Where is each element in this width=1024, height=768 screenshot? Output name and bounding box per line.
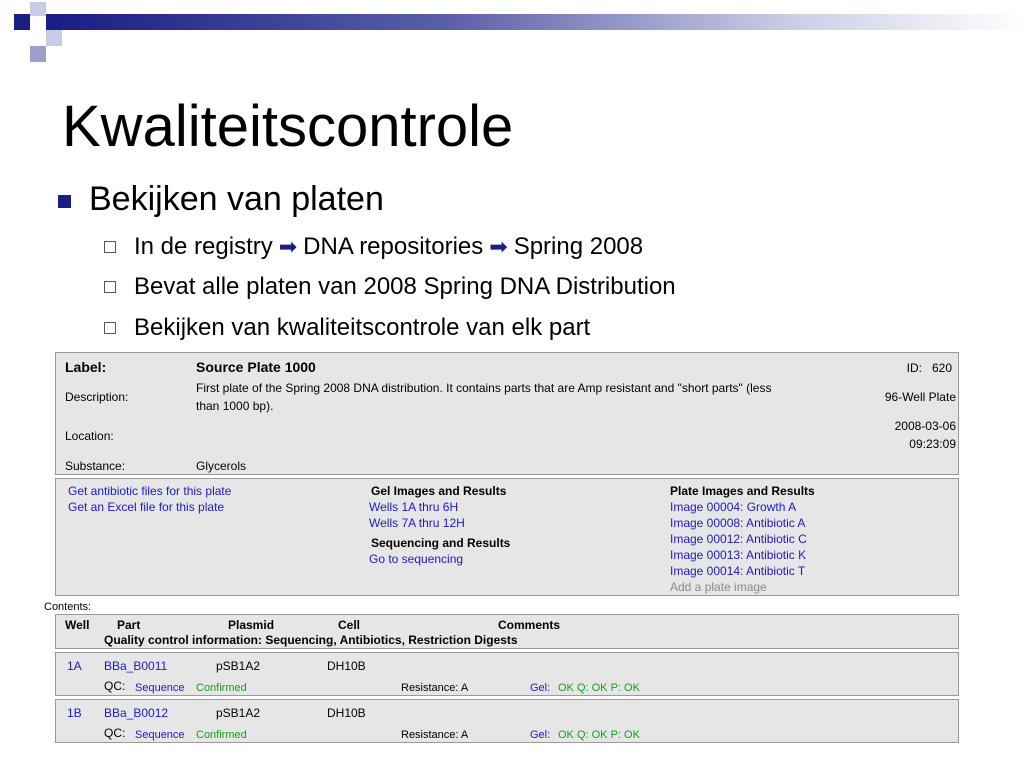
sequence-link[interactable]: Sequence: [135, 680, 185, 696]
bullet-text: Bekijken van platen: [89, 180, 384, 218]
title-band: [62, 14, 1024, 30]
gel-result: OK Q: OK P: OK: [558, 729, 640, 741]
deco-square-mid: [30, 46, 46, 62]
path-part-repositories: DNA repositories: [303, 233, 484, 260]
plate-info-panel: Label: Source Plate 1000 ID: 620 Descrip…: [55, 352, 959, 475]
cell-value: DH10B: [327, 706, 366, 720]
description-key: Description:: [65, 390, 129, 404]
plate-name: Source Plate 1000: [196, 359, 316, 375]
qc-label: QC:: [104, 726, 126, 740]
plate-date: 2008-03-06: [894, 419, 956, 433]
header-cell: Cell: [338, 618, 361, 632]
add-plate-image-link[interactable]: Add a plate image: [670, 579, 767, 595]
gel-link[interactable]: Gel:: [530, 727, 550, 743]
sequence-status: Confirmed: [196, 682, 247, 694]
deco-square-light: [46, 30, 62, 46]
deco-square-dark: [14, 14, 30, 30]
header-well: Well: [65, 618, 90, 632]
cell-value: DH10B: [327, 659, 366, 673]
hollow-square-bullet-icon: [104, 322, 116, 334]
excel-file-link[interactable]: Get an Excel file for this plate: [68, 499, 224, 515]
plate-time: 09:23:09: [909, 437, 956, 451]
sub-bullet-text: In de registry ➡ DNA repositories ➡ Spring 2…: [134, 232, 643, 262]
sub-bullet-text: Bekijken van kwaliteitscontrole van elk …: [134, 314, 591, 341]
gel-link[interactable]: Gel:: [530, 680, 550, 696]
path-part-spring: Spring 2008: [513, 233, 644, 260]
part-link[interactable]: BBa_B0012: [104, 705, 168, 721]
image-link-00008[interactable]: Image 00008: Antibiotic A: [670, 515, 805, 531]
table-row: 1A BBa_B0011 pSB1A2 DH10B QC: Sequence C…: [55, 652, 959, 696]
go-to-sequencing-link[interactable]: Go to sequencing: [369, 551, 463, 567]
plate-id: ID: 620: [906, 361, 952, 375]
arrow-right-icon: ➡: [489, 234, 508, 259]
description-line1: First plate of the Spring 2008 DNA distr…: [196, 381, 772, 395]
sub-bullet-text: Bevat alle platen van 2008 Spring DNA Di…: [134, 273, 676, 300]
hollow-square-bullet-icon: [104, 241, 116, 253]
plate-images-heading: Plate Images and Results: [670, 484, 815, 498]
well-link[interactable]: 1A: [67, 658, 82, 674]
part-link[interactable]: BBa_B0011: [104, 658, 167, 674]
substance-value: Glycerols: [196, 459, 247, 473]
contents-header: Well Part Plasmid Cell Comments Quality …: [55, 614, 959, 649]
header-qc-info: Quality control information: Sequencing,…: [104, 633, 518, 647]
deco-square-light: [30, 2, 46, 16]
header-part: Part: [117, 618, 141, 632]
gel-result: OK Q: OK P: OK: [558, 682, 640, 694]
gel-link-wells-1a-6h[interactable]: Wells 1A thru 6H: [369, 499, 458, 515]
slide-title: Kwaliteitscontrole: [62, 94, 514, 159]
resistance-value: Resistance: A: [401, 729, 469, 741]
square-bullet-icon: [58, 195, 71, 208]
contents-label: Contents:: [44, 601, 92, 613]
sequencing-heading: Sequencing and Results: [371, 536, 511, 550]
table-row: 1B BBa_B0012 pSB1A2 DH10B QC: Sequence C…: [55, 699, 959, 743]
substance-key: Substance:: [65, 459, 126, 473]
gel-images-heading: Gel Images and Results: [371, 484, 507, 498]
path-part-registry: In de registry: [134, 233, 273, 260]
label-key: Label:: [65, 359, 107, 375]
gel-link-wells-7a-12h[interactable]: Wells 7A thru 12H: [369, 515, 465, 531]
description-line2: than 1000 bp).: [196, 399, 274, 413]
deco-square-dark: [46, 14, 62, 30]
hollow-square-bullet-icon: [104, 281, 116, 293]
plasmid-value: pSB1A2: [216, 659, 261, 673]
image-link-00014[interactable]: Image 00014: Antibiotic T: [670, 563, 805, 579]
corner-decoration: [0, 0, 62, 62]
header-comments: Comments: [498, 618, 561, 632]
image-link-00013[interactable]: Image 00013: Antibiotic K: [670, 547, 806, 563]
location-key: Location:: [65, 429, 114, 443]
arrow-right-icon: ➡: [278, 234, 298, 259]
qc-label: QC:: [104, 679, 126, 693]
image-link-00004[interactable]: Image 00004: Growth A: [670, 499, 796, 515]
plate-type: 96-Well Plate: [884, 390, 956, 404]
well-link[interactable]: 1B: [67, 705, 82, 721]
plasmid-value: pSB1A2: [216, 706, 261, 720]
plate-files-panel: Get antibiotic files for this plate Get …: [55, 478, 959, 596]
sequence-link[interactable]: Sequence: [135, 727, 185, 743]
resistance-value: Resistance: A: [401, 682, 469, 694]
header-plasmid: Plasmid: [228, 618, 275, 632]
sequence-status: Confirmed: [196, 729, 247, 741]
antibiotic-files-link[interactable]: Get antibiotic files for this plate: [68, 483, 231, 499]
image-link-00012[interactable]: Image 00012: Antibiotic C: [670, 531, 807, 547]
